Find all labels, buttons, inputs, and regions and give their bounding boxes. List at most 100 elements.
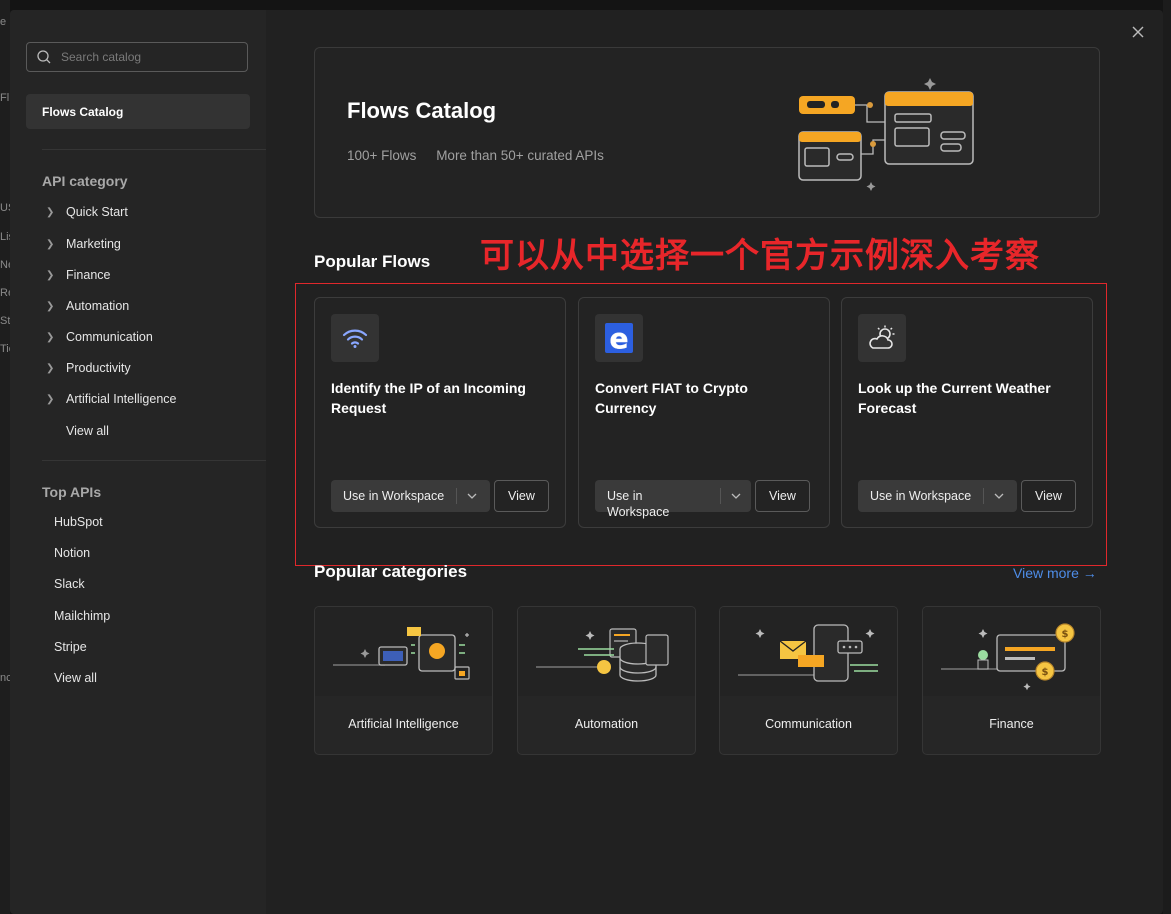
category-card-label: Automation (574, 717, 639, 731)
category-label: Productivity (66, 361, 131, 375)
category-card-label: Communication (765, 717, 852, 731)
background-text: Lis (0, 231, 10, 243)
ai-chip-illustration-icon (333, 627, 470, 680)
category-communication[interactable]: ❯ Communication (46, 327, 153, 347)
database-illustration-icon (536, 628, 669, 682)
category-finance[interactable]: ❯ Finance (46, 265, 110, 285)
chevron-right-icon: ❯ (46, 269, 55, 281)
use-in-workspace-button[interactable]: Use in Workspace (595, 480, 751, 519)
top-apis-title: Top APIs (42, 484, 102, 500)
flow-card[interactable]: Look up the Current Weather Forecast Use… (841, 297, 1093, 528)
category-art (518, 607, 695, 696)
use-in-workspace-button[interactable]: Use in Workspace (331, 480, 490, 512)
chevron-right-icon: ❯ (46, 238, 55, 250)
category-art (315, 607, 492, 696)
search-box[interactable] (26, 42, 248, 72)
divider (42, 460, 266, 461)
category-marketing[interactable]: ❯ Marketing (46, 234, 121, 254)
use-in-workspace-label: Use in Workspace (595, 488, 722, 519)
background-text: Tie (0, 343, 10, 355)
use-in-workspace-button[interactable]: Use in Workspace (858, 480, 1017, 512)
card-coins-illustration-icon: $ $ (941, 623, 1075, 691)
flow-icon-tile: e (595, 314, 643, 362)
api-mailchimp[interactable]: Mailchimp (54, 609, 110, 623)
background-text: Fl (0, 92, 10, 104)
background-text: Ne (0, 259, 10, 271)
category-productivity[interactable]: ❯ Productivity (46, 358, 131, 378)
category-art: $ $ (923, 607, 1100, 696)
sidebar: Flows Catalog API category ❯Quick Start … (10, 10, 266, 914)
flow-icon-tile (858, 314, 906, 362)
category-label: Finance (66, 268, 111, 282)
category-label: Artificial Intelligence (66, 392, 177, 406)
category-label: Communication (66, 330, 153, 344)
nav-flows-catalog[interactable]: Flows Catalog (26, 94, 250, 129)
hero-title: Flows Catalog (347, 98, 497, 123)
category-label: Quick Start (66, 205, 128, 219)
view-button[interactable]: View (755, 480, 810, 512)
flow-actions: Use in Workspace View (331, 480, 549, 512)
api-category-title: API category (42, 173, 128, 189)
chevron-right-icon: ❯ (46, 331, 55, 343)
api-notion[interactable]: Notion (54, 546, 90, 560)
background-text: Re (0, 287, 10, 299)
category-artificial-intelligence[interactable]: ❯ Artificial Intelligence (46, 389, 176, 409)
category-card-label: Artificial Intelligence (348, 717, 459, 731)
chevron-right-icon: ❯ (46, 393, 55, 405)
flow-title: Identify the IP of an Incoming Request (331, 380, 526, 416)
category-quick-start[interactable]: ❯ Quick Start (46, 202, 128, 222)
chevron-right-icon: ❯ (46, 300, 55, 312)
api-hubspot[interactable]: HubSpot (54, 515, 103, 529)
category-automation[interactable]: ❯ Automation (46, 296, 129, 316)
chevron-down-icon[interactable] (457, 493, 487, 499)
chevron-down-icon[interactable] (721, 493, 751, 499)
flow-actions: Use in Workspace View (858, 480, 1076, 512)
category-art (720, 607, 897, 696)
popular-categories-title: Popular categories (314, 562, 468, 581)
category-card-finance[interactable]: $ $ Finance (922, 606, 1101, 755)
flow-card[interactable]: e Convert FIAT to Crypto Currency Use in… (578, 297, 830, 528)
category-card-artificial-intelligence[interactable]: Artificial Intelligence (314, 606, 493, 755)
flow-actions: Use in Workspace View (595, 480, 810, 519)
use-in-workspace-label: Use in Workspace (331, 488, 458, 504)
background-text: e (0, 16, 7, 28)
use-in-workspace-label: Use in Workspace (858, 488, 985, 504)
stat-flows: 100+ Flows (347, 148, 417, 163)
top-apis-view-all[interactable]: View all (54, 671, 97, 685)
flows-illustration-icon (798, 78, 974, 191)
search-input[interactable] (59, 49, 233, 65)
close-icon[interactable] (1130, 24, 1146, 40)
flow-title: Convert FIAT to Crypto Currency (595, 380, 748, 416)
messaging-illustration-icon (738, 624, 878, 682)
background-text: nc (0, 672, 10, 684)
hero-banner: Flows Catalog 100+ Flows More than 50+ c… (314, 47, 1100, 218)
view-button[interactable]: View (494, 480, 549, 512)
svg-text:$: $ (1042, 667, 1049, 678)
category-card-label: Finance (989, 717, 1034, 731)
api-slack[interactable]: Slack (54, 577, 85, 591)
svg-text:e: e (610, 323, 629, 353)
view-more-link[interactable]: View more → (1013, 565, 1097, 581)
svg-text:$: $ (1062, 629, 1069, 640)
hero-stats: 100+ Flows More than 50+ curated APIs (347, 148, 620, 163)
stat-apis: More than 50+ curated APIs (436, 148, 604, 163)
wifi-icon (342, 329, 368, 348)
flow-title: Look up the Current Weather Forecast (858, 380, 1051, 416)
background-app-strip (0, 0, 10, 914)
category-card-automation[interactable]: Automation (517, 606, 696, 755)
chevron-right-icon: ❯ (46, 362, 55, 374)
categories-view-all[interactable]: View all (66, 421, 109, 441)
flow-card[interactable]: Identify the IP of an Incoming Request U… (314, 297, 566, 528)
category-label: Marketing (66, 237, 121, 251)
flow-icon-tile (331, 314, 379, 362)
category-card-communication[interactable]: Communication (719, 606, 898, 755)
api-stripe[interactable]: Stripe (54, 640, 87, 654)
chevron-right-icon: ❯ (46, 206, 55, 218)
view-button[interactable]: View (1021, 480, 1076, 512)
chevron-down-icon[interactable] (984, 493, 1014, 499)
category-label: Automation (66, 299, 130, 313)
divider (42, 149, 266, 150)
background-text: US (0, 202, 10, 214)
background-text: St (0, 315, 10, 327)
weather-icon (869, 325, 895, 349)
